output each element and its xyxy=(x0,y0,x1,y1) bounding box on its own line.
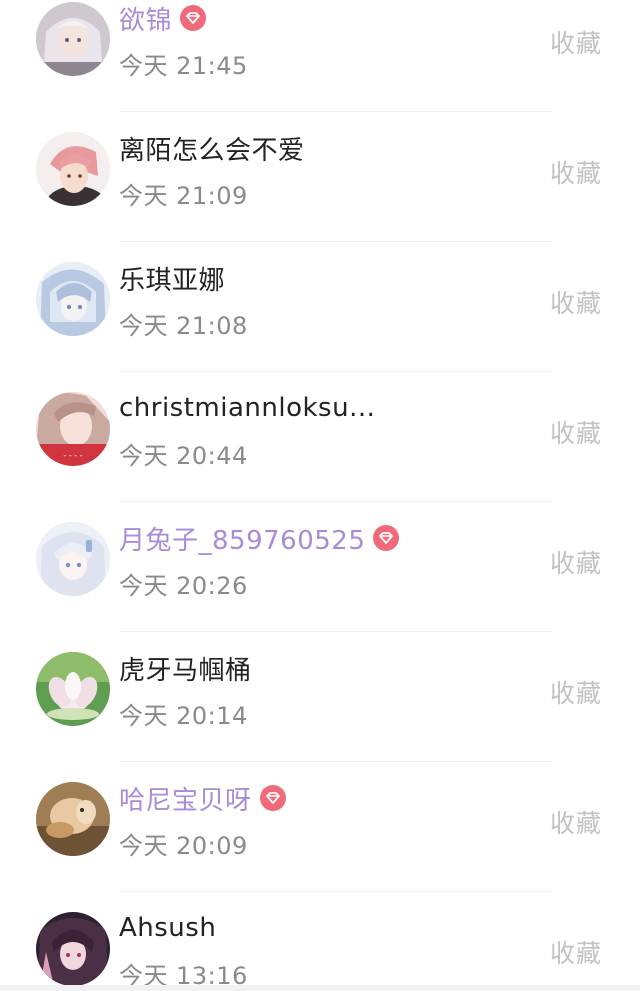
time-label: 今天 20:44 xyxy=(119,442,248,470)
favorite-button[interactable]: 收藏 xyxy=(550,934,602,970)
time-label: 今天 21:45 xyxy=(119,52,248,80)
list-item[interactable]: 月兔子_859760525 今天 20:26 收藏 xyxy=(0,502,640,632)
svg-text:- - - -: - - - - xyxy=(63,451,82,460)
time-label: 今天 20:09 xyxy=(119,832,248,860)
user-name[interactable]: 离陌怎么会不爱 xyxy=(119,130,305,167)
avatar[interactable] xyxy=(36,262,110,336)
avatar[interactable]: - - - - xyxy=(36,392,110,466)
user-name[interactable]: christmiannloksu... xyxy=(119,393,375,423)
favorite-button[interactable]: 收藏 xyxy=(550,544,602,580)
avatar[interactable] xyxy=(36,522,110,596)
list-item[interactable]: 哈尼宝贝呀 今天 20:09 收藏 xyxy=(0,762,640,892)
favorite-button[interactable]: 收藏 xyxy=(550,24,602,60)
list-item[interactable]: - - - - christmiannloksu... 今天 20:44 收藏 xyxy=(0,372,640,502)
favorite-button[interactable]: 收藏 xyxy=(550,674,602,710)
list-item[interactable]: 虎牙马帼桶 今天 20:14 收藏 xyxy=(0,632,640,762)
name-line: 欲锦 xyxy=(119,0,207,37)
favorite-button[interactable]: 收藏 xyxy=(550,284,602,320)
avatar[interactable] xyxy=(36,912,110,986)
name-line: 虎牙马帼桶 xyxy=(119,650,252,686)
diamond-badge-icon xyxy=(373,525,400,551)
avatar[interactable] xyxy=(36,782,110,856)
follower-list: 欲锦 今天 21:45 收藏 离陌怎么会不爱 今天 21:09 收藏 乐琪亚娜 … xyxy=(0,0,640,991)
name-line: Ahsush xyxy=(119,910,216,946)
avatar[interactable] xyxy=(36,652,110,726)
user-name[interactable]: 欲锦 xyxy=(119,0,172,37)
user-name[interactable]: Ahsush xyxy=(119,913,216,943)
bottom-edge xyxy=(0,985,640,991)
avatar[interactable] xyxy=(36,132,110,206)
diamond-badge-icon xyxy=(259,785,286,811)
diamond-badge-icon xyxy=(180,5,207,31)
list-item[interactable]: Ahsush 今天 13:16 收藏 xyxy=(0,892,640,991)
user-name[interactable]: 虎牙马帼桶 xyxy=(119,650,252,687)
name-line: 月兔子_859760525 xyxy=(119,520,400,557)
avatar[interactable] xyxy=(36,2,110,76)
favorite-button[interactable]: 收藏 xyxy=(550,414,602,450)
list-item[interactable]: 欲锦 今天 21:45 收藏 xyxy=(0,0,640,112)
name-line: christmiannloksu... xyxy=(119,390,375,426)
user-name[interactable]: 哈尼宝贝呀 xyxy=(119,780,252,817)
name-line: 乐琪亚娜 xyxy=(119,260,225,296)
time-label: 今天 20:14 xyxy=(119,702,248,730)
user-name[interactable]: 月兔子_859760525 xyxy=(119,520,365,557)
user-name[interactable]: 乐琪亚娜 xyxy=(119,260,225,297)
time-label: 今天 20:26 xyxy=(119,572,248,600)
favorite-button[interactable]: 收藏 xyxy=(550,804,602,840)
name-line: 离陌怎么会不爱 xyxy=(119,130,305,166)
time-label: 今天 21:08 xyxy=(119,312,248,340)
list-item[interactable]: 乐琪亚娜 今天 21:08 收藏 xyxy=(0,242,640,372)
name-line: 哈尼宝贝呀 xyxy=(119,780,286,816)
favorite-button[interactable]: 收藏 xyxy=(550,154,602,190)
list-item[interactable]: 离陌怎么会不爱 今天 21:09 收藏 xyxy=(0,112,640,242)
time-label: 今天 21:09 xyxy=(119,182,248,210)
